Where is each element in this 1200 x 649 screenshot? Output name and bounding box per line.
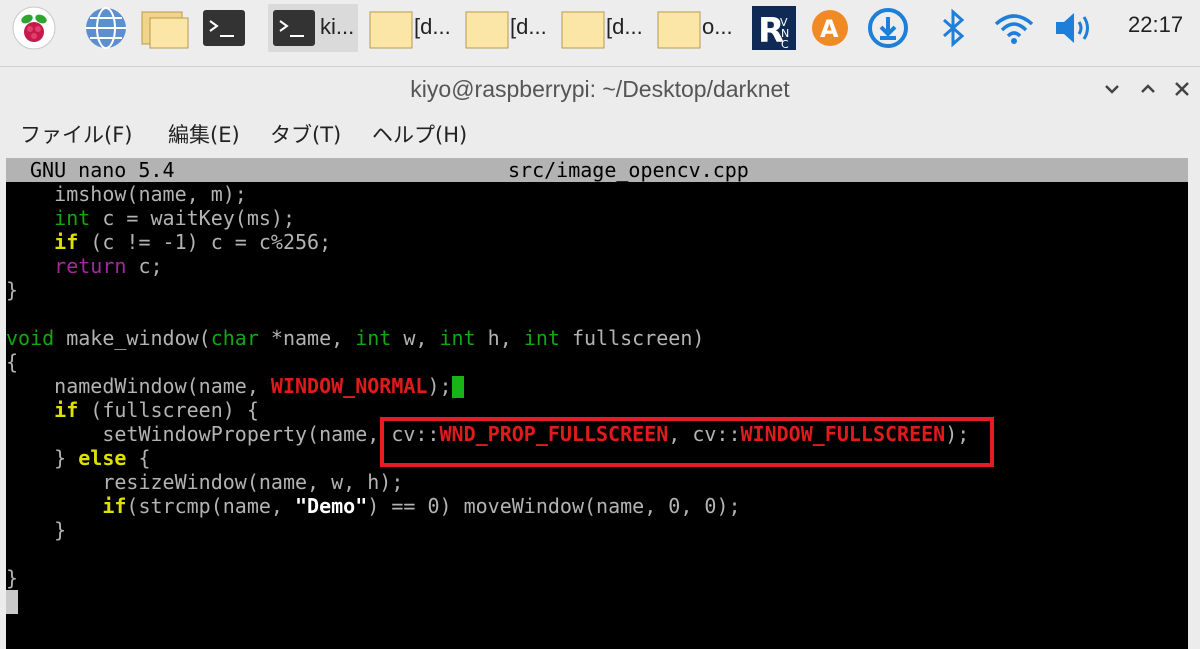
code-line: int c = waitKey(ms); [54,206,295,230]
code-line: } [6,566,19,590]
clock[interactable]: 22:17 [1128,12,1183,38]
svg-text:C: C [781,38,789,51]
text-cursor [451,376,464,398]
code-line: void make_window(char *name, int w, int … [6,326,705,350]
vnc-icon[interactable]: R V N C [750,4,798,52]
code-line: if (c != -1) c = c%256; [54,230,332,254]
code-line: } else { [6,446,151,470]
minimize-button[interactable] [1100,77,1124,101]
code-line: resizeWindow(name, w, h); [6,470,404,494]
volume-icon[interactable] [1050,4,1100,52]
terminal-icon[interactable] [200,4,248,52]
task-label: [d... [606,14,643,39]
menu-edit[interactable]: 編集(E) [168,119,240,149]
folder-icon [465,11,509,49]
code-line: { [6,350,19,374]
task-label: ki... [320,14,355,39]
menu-bar: ファイル(F) 編集(E) タブ(T) ヘルプ(H) [0,113,1200,155]
task-folder-4[interactable]: o... [652,4,744,52]
task-label: o... [702,14,733,39]
terminal-window: kiyo@raspberrypi: ~/Desktop/darknet ファイル… [0,66,1200,649]
title-bar[interactable]: kiyo@raspberrypi: ~/Desktop/darknet [0,67,1200,111]
task-folder-2[interactable]: [d... [460,4,552,52]
task-label: [d... [414,14,451,39]
close-icon [1175,82,1189,96]
code-line: imshow(name, m); [6,182,247,206]
task-folder-3[interactable]: [d... [556,4,648,52]
wifi-icon[interactable] [990,4,1038,52]
menu-tabs[interactable]: タブ(T) [270,119,341,149]
close-button[interactable] [1170,77,1194,101]
menu-help[interactable]: ヘルプ(H) [372,119,467,149]
window-title: kiyo@raspberrypi: ~/Desktop/darknet [410,76,790,102]
download-icon[interactable] [864,4,912,52]
maximize-button[interactable] [1136,77,1160,101]
nano-header: GNU nano 5.4 src/image_opencv.cpp [6,158,1188,182]
file-manager-icon[interactable] [140,4,189,52]
input-method-icon[interactable]: A [806,4,854,52]
code-line: namedWindow(name, WINDOW_NORMAL); [6,374,464,398]
line-cursor [6,590,18,614]
terminal-area[interactable]: GNU nano 5.4 src/image_opencv.cpp imshow… [6,158,1188,649]
code-line: if (fullscreen) { [54,398,259,422]
nano-filename: src/image_opencv.cpp [508,158,749,182]
folder-icon [369,11,413,49]
menu-file[interactable]: ファイル(F) [20,119,132,149]
code-line: } [6,278,19,302]
raspberry-menu-icon[interactable] [10,4,58,52]
task-label: [d... [510,14,547,39]
code-line: if(strcmp(name, "Demo") == 0) moveWindow… [102,494,741,518]
folder-icon [657,11,701,49]
web-browser-icon[interactable] [82,4,130,52]
svg-text:A: A [820,15,839,43]
task-terminal[interactable]: ki... [268,4,358,52]
bluetooth-icon[interactable] [930,4,978,52]
taskbar-panel: ki... [d... [d... [d... o... R V N C A 2… [0,0,1200,58]
scrollbar[interactable] [1188,158,1200,649]
code-line: } [6,518,67,542]
chevron-up-icon [1141,84,1155,93]
nano-version: GNU nano 5.4 [30,158,175,182]
chevron-down-icon [1105,85,1119,94]
folder-icon [561,11,605,49]
code-line: return c; [54,254,163,278]
highlight-box [380,417,994,467]
terminal-icon [273,10,315,46]
task-folder-1[interactable]: [d... [364,4,456,52]
